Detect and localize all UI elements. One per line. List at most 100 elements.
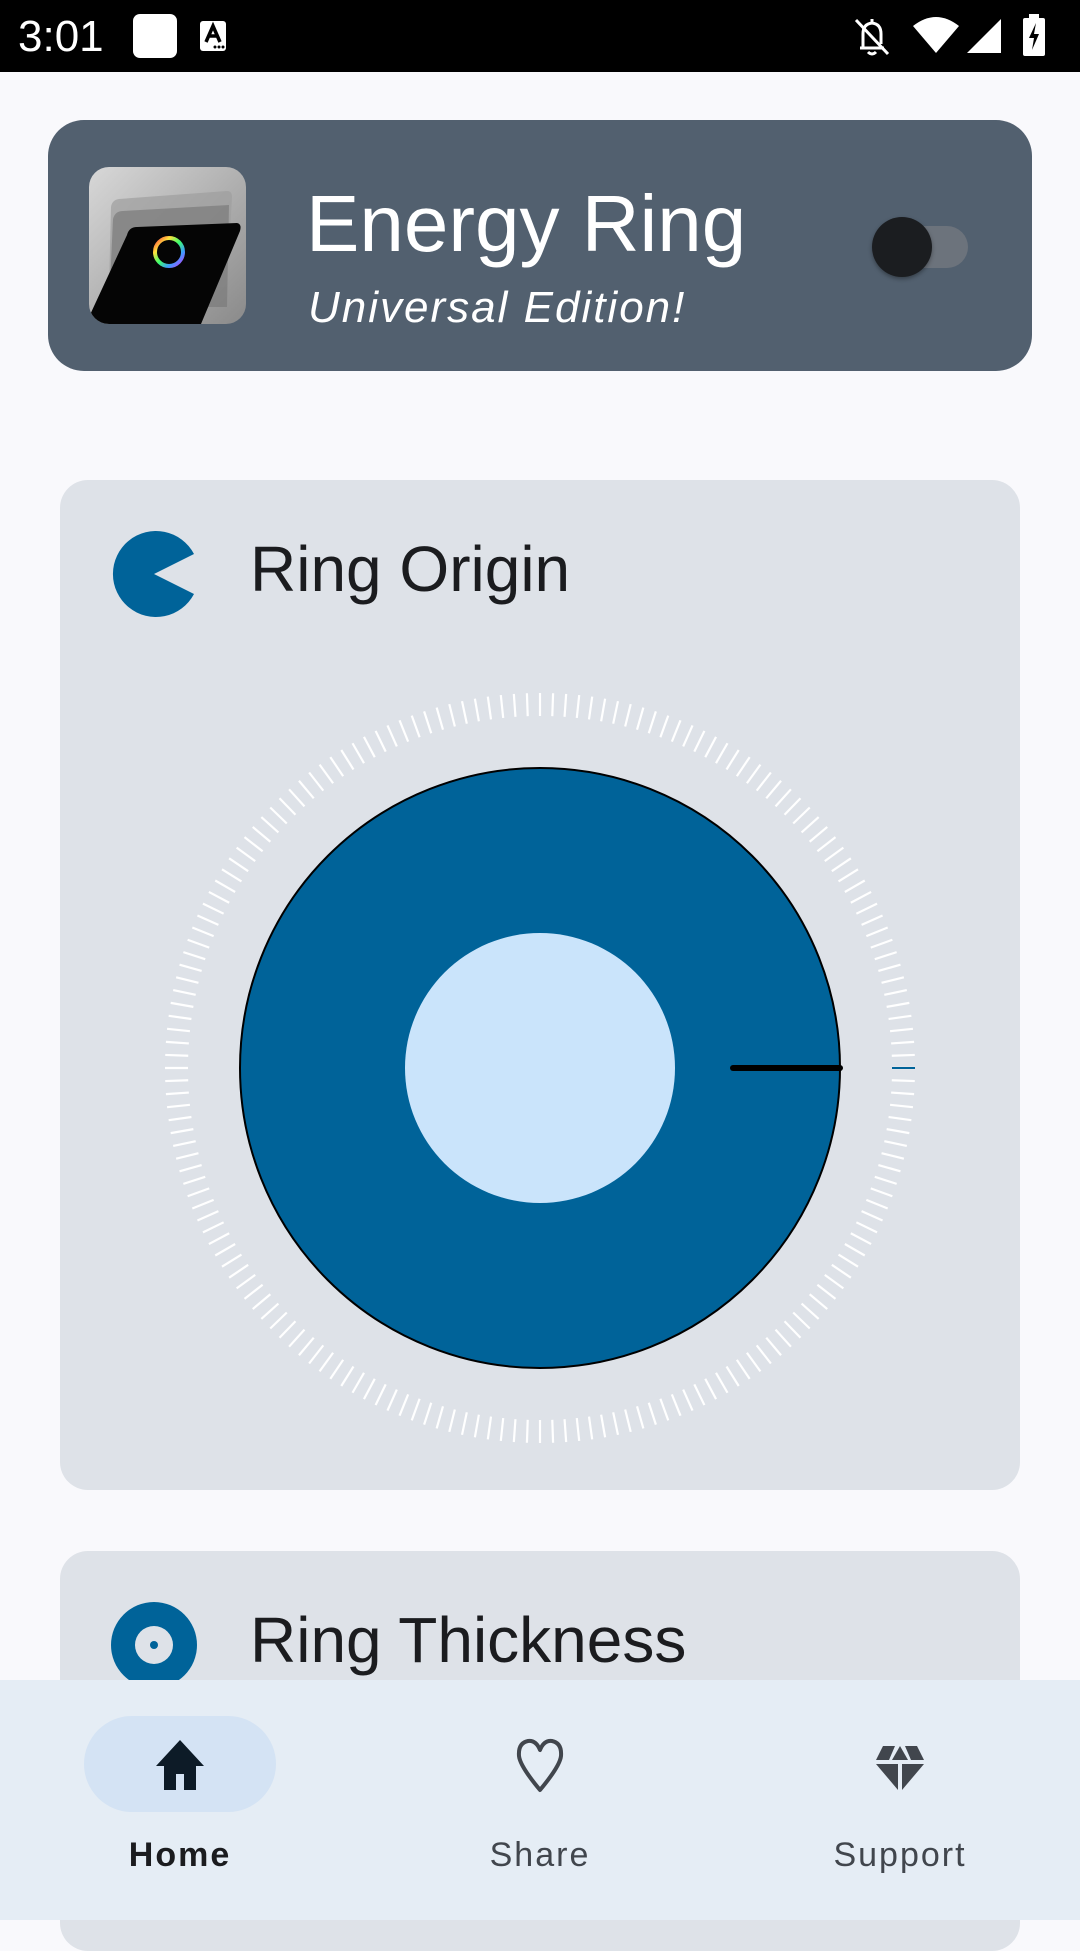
dial-tick <box>837 1253 859 1268</box>
dial-tick <box>792 1311 811 1330</box>
dial-tick <box>351 742 365 764</box>
dial-tick <box>235 846 256 862</box>
dial-tick <box>166 1027 191 1033</box>
dial-tick <box>800 1302 820 1320</box>
dial-tick <box>874 1175 897 1185</box>
nav-item-home[interactable]: Home <box>0 1680 360 1920</box>
dial-tick <box>612 1412 620 1436</box>
dial-tick <box>423 711 433 734</box>
dial-tick <box>486 696 493 720</box>
dial-tick <box>187 938 210 949</box>
nav-item-share[interactable]: Share <box>360 1680 720 1920</box>
dial-tick <box>318 1352 334 1373</box>
dial-tick <box>865 1198 889 1210</box>
dial-tick <box>624 1409 632 1433</box>
dial-tick <box>886 1001 910 1008</box>
dial-tick <box>824 846 845 862</box>
dial-tick <box>214 1243 236 1257</box>
dial-tick <box>891 1040 915 1045</box>
dial-tick <box>329 1359 345 1380</box>
dial-tick <box>191 926 215 938</box>
dial-tick <box>410 1398 421 1421</box>
dial-tick <box>715 742 729 764</box>
dial-tick <box>196 914 219 926</box>
dial-tick <box>340 1365 355 1387</box>
toggle-thumb <box>872 217 932 277</box>
dial-tick <box>850 890 872 904</box>
dial-tick <box>600 698 607 722</box>
dial-tick <box>308 1344 325 1365</box>
dial-tick <box>831 857 852 873</box>
dial-tick <box>600 1414 607 1438</box>
dial-tick <box>725 749 740 771</box>
dial-tick <box>318 763 334 784</box>
dial-tick <box>473 1414 480 1438</box>
dial-tick <box>870 1187 893 1198</box>
wifi-icon <box>913 17 959 53</box>
dial-tick <box>170 1128 194 1135</box>
dial-tick <box>202 1221 225 1234</box>
dial-tick <box>269 1311 288 1330</box>
dial-tick <box>221 868 243 883</box>
dial-tick <box>298 1336 315 1356</box>
dial-tick <box>298 780 315 800</box>
dial-tick <box>563 1419 568 1443</box>
card-title: Ring Thickness <box>250 1604 687 1676</box>
dial-tick <box>435 707 445 730</box>
dial-tick <box>792 806 811 825</box>
dial-tick <box>693 730 706 753</box>
ring-origin-card: Ring Origin <box>60 480 1020 1490</box>
dial-tick <box>816 1283 837 1300</box>
dial-tick <box>861 1210 884 1222</box>
dial-tick <box>165 1079 189 1083</box>
dial-tick <box>410 715 421 738</box>
dial-tick <box>659 1398 670 1421</box>
dial-tick <box>175 976 199 984</box>
dial-tick <box>765 780 782 800</box>
dial-tick <box>278 1320 297 1339</box>
dial-tick <box>288 788 306 808</box>
dial-tick <box>878 1163 901 1173</box>
dial-tick <box>260 1302 280 1320</box>
ring-inner-disc <box>405 933 675 1203</box>
dial-tick <box>175 1152 199 1160</box>
dial-tick <box>362 1378 376 1400</box>
dial-tick <box>735 756 751 777</box>
status-time: 3:01 <box>18 12 104 61</box>
dial-tick <box>844 1243 866 1257</box>
ring-origin-dial[interactable] <box>60 480 1020 1490</box>
nav-label: Home <box>128 1836 232 1874</box>
dial-tick <box>170 1001 194 1008</box>
dial-tick <box>386 724 398 747</box>
dial-tick <box>499 1417 505 1442</box>
dial-tick <box>735 1359 751 1380</box>
dial-tick <box>831 1263 852 1279</box>
nav-label: Share <box>489 1836 591 1874</box>
keyboard-a-icon <box>200 21 226 51</box>
dial-tick <box>765 1336 782 1356</box>
enable-toggle[interactable] <box>870 212 1022 292</box>
dial-tick <box>874 951 897 961</box>
dial-tick <box>693 1383 706 1406</box>
cell-signal-icon <box>967 19 1001 53</box>
dial-tick <box>221 1253 243 1268</box>
diamond-icon <box>876 1746 924 1790</box>
dial-tick <box>889 1027 914 1033</box>
dial-tick <box>647 711 657 734</box>
dial-tick <box>755 771 772 792</box>
nav-label: Support <box>833 1836 967 1874</box>
dial-tick <box>725 1365 740 1387</box>
nav-item-support[interactable]: Support <box>720 1680 1080 1920</box>
dial-tick <box>512 693 517 717</box>
dial-tick <box>448 703 456 727</box>
bell-off-icon <box>854 18 890 56</box>
dial-tick <box>808 826 828 843</box>
dial-tick <box>172 1140 196 1148</box>
dial-tick <box>486 1416 493 1440</box>
dial-tick <box>308 771 325 792</box>
heart-icon <box>516 1738 564 1792</box>
dial-tick <box>891 1091 915 1096</box>
dial-tick <box>165 1040 189 1045</box>
status-bar: 3:01 <box>0 0 1080 72</box>
dial-tick <box>746 763 762 784</box>
